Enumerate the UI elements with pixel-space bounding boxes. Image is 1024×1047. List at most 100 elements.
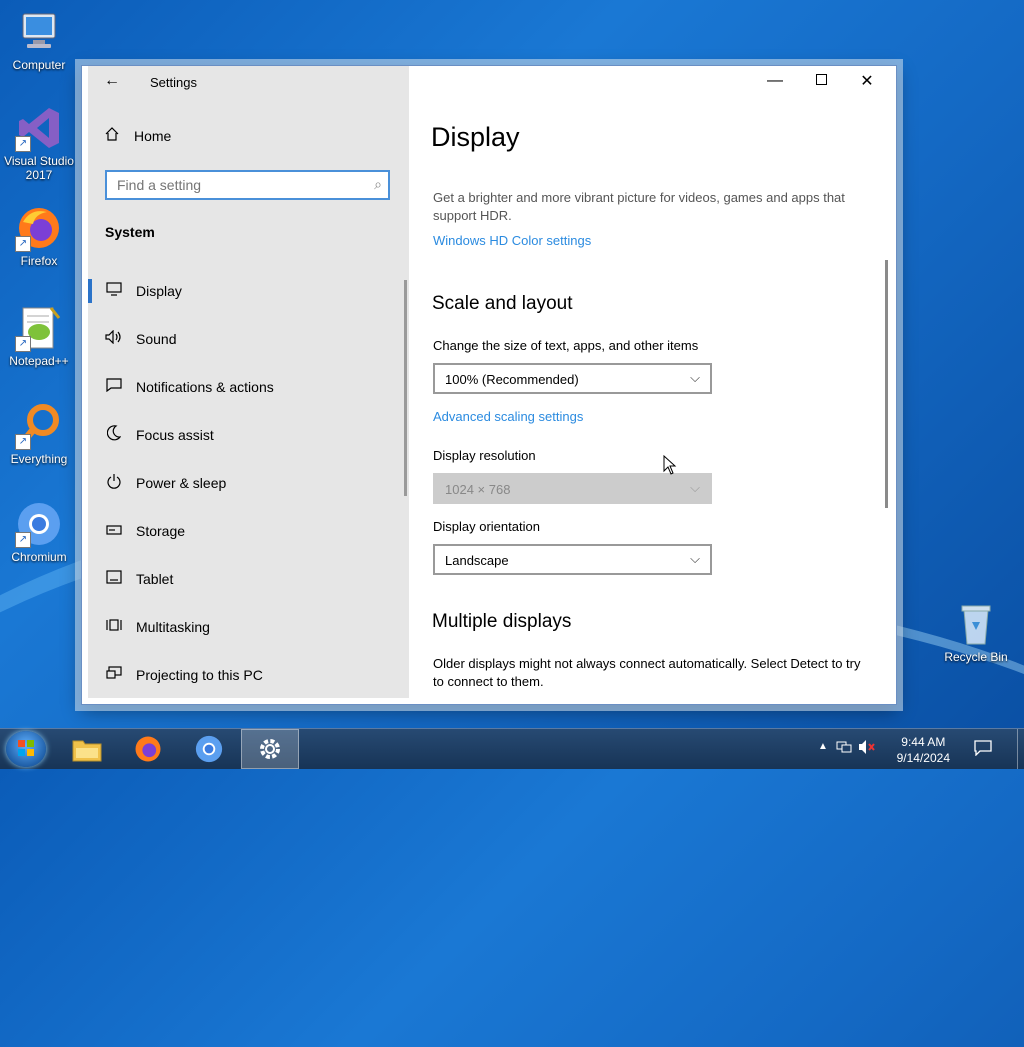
section-title: System	[105, 224, 155, 240]
close-button[interactable]: ✕	[844, 66, 890, 96]
desktop-icon-label: Computer	[12, 58, 66, 72]
search-input[interactable]	[107, 172, 367, 198]
clock[interactable]: 9:44 AM 9/14/2024	[897, 734, 950, 766]
recycle-bin-icon	[952, 600, 1000, 648]
hd-color-settings-link[interactable]: Windows HD Color settings	[433, 233, 591, 248]
chromium-icon: ↗	[15, 500, 63, 548]
advanced-scaling-link[interactable]: Advanced scaling settings	[433, 409, 583, 424]
desktop-icon-firefox[interactable]: ↗ Firefox	[1, 204, 77, 268]
clock-time: 9:44 AM	[901, 735, 946, 749]
shortcut-arrow-icon: ↗	[15, 336, 31, 352]
taskbar-firefox[interactable]	[119, 729, 177, 769]
sidebar-item-notifications[interactable]: Notifications & actions	[88, 363, 409, 411]
home-label: Home	[134, 127, 172, 144]
multitasking-icon	[104, 618, 124, 636]
taskbar: ▲ 9:44 AM 9/14/2024	[0, 728, 1024, 769]
hdr-description: Get a brighter and more vibrant picture …	[433, 190, 845, 223]
sidebar-item-storage[interactable]: Storage	[88, 507, 409, 555]
sidebar-item-focus-assist[interactable]: Focus assist	[88, 411, 409, 459]
firefox-icon	[135, 736, 161, 762]
home-nav[interactable]: Home	[104, 126, 171, 145]
desktop-icon-label: Everything	[10, 452, 68, 466]
sidebar-item-label: Storage	[136, 523, 186, 539]
scale-dropdown[interactable]: 100% (Recommended) ⌵	[433, 363, 712, 394]
window-title: Settings	[150, 75, 197, 90]
taskbar-settings[interactable]	[241, 729, 299, 769]
start-button[interactable]	[6, 731, 46, 767]
settings-content: — ✕ Display Get a brighter and more vibr…	[409, 66, 890, 698]
network-icon[interactable]	[836, 739, 852, 758]
sidebar-item-display[interactable]: Display	[88, 267, 409, 315]
sidebar-item-power-sleep[interactable]: Power & sleep	[88, 459, 409, 507]
desktop-icon-recycle-bin[interactable]: Recycle Bin	[938, 600, 1014, 664]
orientation-dropdown[interactable]: Landscape ⌵	[433, 544, 712, 575]
sidebar-scrollbar[interactable]	[404, 280, 407, 496]
moon-icon	[104, 425, 124, 445]
folder-icon	[72, 740, 102, 762]
power-icon	[104, 473, 124, 493]
chevron-down-icon: ⌵	[690, 370, 700, 385]
search-icon: ⌕	[374, 176, 382, 192]
minimize-button[interactable]: —	[752, 66, 798, 96]
action-center-icon[interactable]	[974, 740, 992, 759]
desktop-icon-notepad-plus-plus[interactable]: ↗ Notepad++	[1, 304, 77, 368]
sidebar-item-tablet[interactable]: Tablet	[88, 555, 409, 603]
desktop-icon-label: Recycle Bin	[944, 650, 1008, 664]
show-hidden-icons-button[interactable]: ▲	[818, 741, 828, 752]
notification-icon	[104, 378, 124, 396]
sidebar-item-label: Sound	[136, 331, 177, 347]
computer-icon	[15, 8, 63, 56]
desktop-icon-chromium[interactable]: ↗ Chromium	[1, 500, 77, 564]
dropdown-value: 1024 × 768	[445, 482, 511, 497]
content-scrollbar[interactable]	[885, 260, 888, 508]
mouse-cursor-icon	[663, 454, 677, 480]
close-icon: ✕	[860, 73, 874, 90]
desktop-icon-label: Visual Studio 2017	[4, 154, 74, 182]
desktop-icon-everything[interactable]: ↗ Everything	[1, 402, 77, 466]
desktop-icon-visual-studio[interactable]: ↗ Visual Studio 2017	[1, 104, 77, 182]
notepad-plus-plus-icon: ↗	[15, 304, 63, 352]
sidebar-nav: Display Sound Notifications & actions Fo…	[88, 267, 409, 699]
sidebar-item-label: Focus assist	[136, 427, 214, 443]
gear-icon	[260, 739, 280, 759]
settings-window: ← Settings Home ⌕ System Display Sound	[81, 65, 897, 705]
sidebar-item-projecting[interactable]: Projecting to this PC	[88, 651, 409, 699]
system-tray: ▲ 9:44 AM 9/14/2024	[814, 729, 1024, 769]
sidebar-item-sound[interactable]: Sound	[88, 315, 409, 363]
windows-logo-icon	[18, 740, 34, 756]
home-icon	[104, 126, 120, 145]
maximize-button[interactable]	[798, 66, 844, 96]
taskbar-file-explorer[interactable]	[58, 729, 116, 769]
show-desktop-button[interactable]	[1017, 729, 1024, 769]
clock-date: 9/14/2024	[896, 751, 950, 765]
back-arrow-icon: ←	[104, 72, 120, 89]
page-title: Display	[431, 122, 520, 152]
desktop-icon-label: Chromium	[11, 550, 67, 564]
speaker-icon	[104, 329, 124, 348]
firefox-icon: ↗	[15, 204, 63, 252]
scale-layout-heading: Scale and layout	[432, 293, 573, 314]
projecting-icon	[104, 666, 124, 684]
shortcut-arrow-icon: ↗	[15, 236, 31, 252]
sidebar-item-label: Power & sleep	[136, 475, 227, 491]
visual-studio-icon: ↗	[15, 104, 63, 152]
desktop-icon-computer[interactable]: Computer	[1, 8, 77, 72]
chevron-down-icon: ⌵	[690, 551, 700, 566]
multiple-displays-description: Older displays might not always connect …	[433, 656, 861, 689]
orientation-label: Display orientation	[433, 519, 540, 534]
sidebar-item-label: Notifications & actions	[136, 379, 274, 395]
storage-icon	[104, 523, 124, 540]
volume-muted-icon[interactable]	[858, 739, 876, 758]
resolution-label: Display resolution	[433, 448, 536, 463]
desktop-icon-label: Firefox	[20, 254, 58, 268]
window-controls: — ✕	[752, 66, 890, 96]
scale-label: Change the size of text, apps, and other…	[433, 338, 699, 353]
shortcut-arrow-icon: ↗	[15, 434, 31, 450]
taskbar-chromium[interactable]	[180, 729, 238, 769]
search-box[interactable]: ⌕	[105, 170, 390, 200]
sidebar-item-multitasking[interactable]: Multitasking	[88, 603, 409, 651]
back-button[interactable]: ←	[104, 72, 128, 92]
shortcut-arrow-icon: ↗	[15, 532, 31, 548]
maximize-icon	[815, 72, 827, 90]
sidebar-item-label: Tablet	[136, 571, 174, 587]
